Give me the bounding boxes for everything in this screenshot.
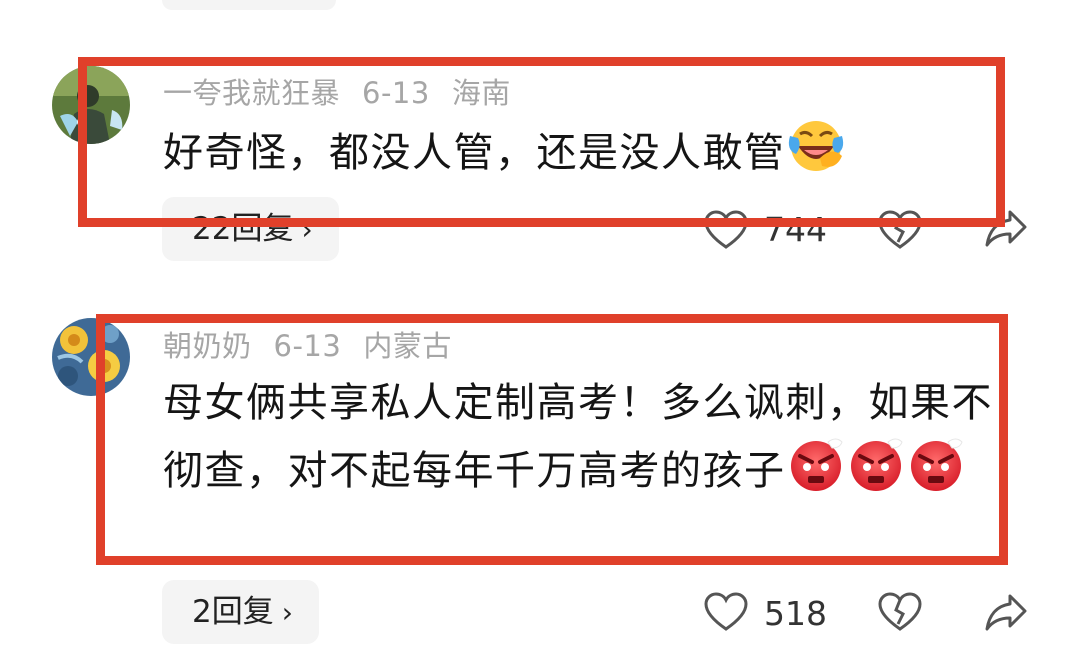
like-count: 518 (764, 594, 827, 633)
username[interactable]: 朝奶奶 (163, 329, 252, 363)
avatar[interactable] (52, 66, 130, 144)
comment-date: 6-13 (362, 76, 430, 110)
comment-meta: 朝奶奶 6-13 内蒙古 (163, 323, 474, 365)
avatar[interactable] (52, 318, 130, 396)
heart-outline-icon (704, 210, 748, 249)
replies-label: 2回复 (192, 594, 274, 630)
comment-feed: 一夸我就狂暴 6-13 海南 好奇怪，都没人管，还是没人敢管 22回复 › 744 (0, 0, 1080, 652)
view-replies-button[interactable]: 22回复 › (162, 197, 339, 261)
share-arrow-icon (985, 594, 1027, 631)
comment-location: 海南 (451, 76, 511, 110)
dislike-button[interactable] (878, 210, 922, 250)
comment-meta: 一夸我就狂暴 6-13 海南 (163, 70, 533, 112)
angry-face-emoji (786, 434, 846, 494)
angry-face-emoji (906, 434, 966, 494)
comment-text-content: 好奇怪，都没人管，还是没人敢管 (163, 130, 786, 176)
broken-heart-icon (878, 210, 922, 249)
comment-date: 6-13 (273, 329, 342, 363)
broken-heart-icon (878, 592, 922, 631)
laughing-crying-emoji (786, 116, 846, 176)
chevron-right-icon: › (301, 213, 313, 246)
share-button[interactable] (984, 208, 1028, 248)
share-button[interactable] (984, 592, 1028, 632)
like-button[interactable] (704, 210, 748, 250)
previous-reply-pill[interactable] (162, 0, 336, 10)
username[interactable]: 一夸我就狂暴 (163, 76, 340, 110)
like-button[interactable] (704, 592, 748, 632)
chevron-right-icon: › (281, 596, 293, 629)
angry-face-emoji (846, 434, 906, 494)
comment-text: 好奇怪，都没人管，还是没人敢管 (163, 116, 846, 184)
dislike-button[interactable] (878, 592, 922, 632)
comment-text: 母女俩共享私人定制高考！多么讽刺，如果不彻查，对不起每年千万高考的孩子 (163, 372, 1003, 502)
like-count: 744 (764, 210, 827, 249)
heart-outline-icon (704, 592, 748, 631)
comment-location: 内蒙古 (363, 329, 452, 363)
share-arrow-icon (985, 210, 1027, 247)
replies-label: 22回复 (192, 211, 294, 247)
view-replies-button[interactable]: 2回复 › (162, 580, 319, 644)
